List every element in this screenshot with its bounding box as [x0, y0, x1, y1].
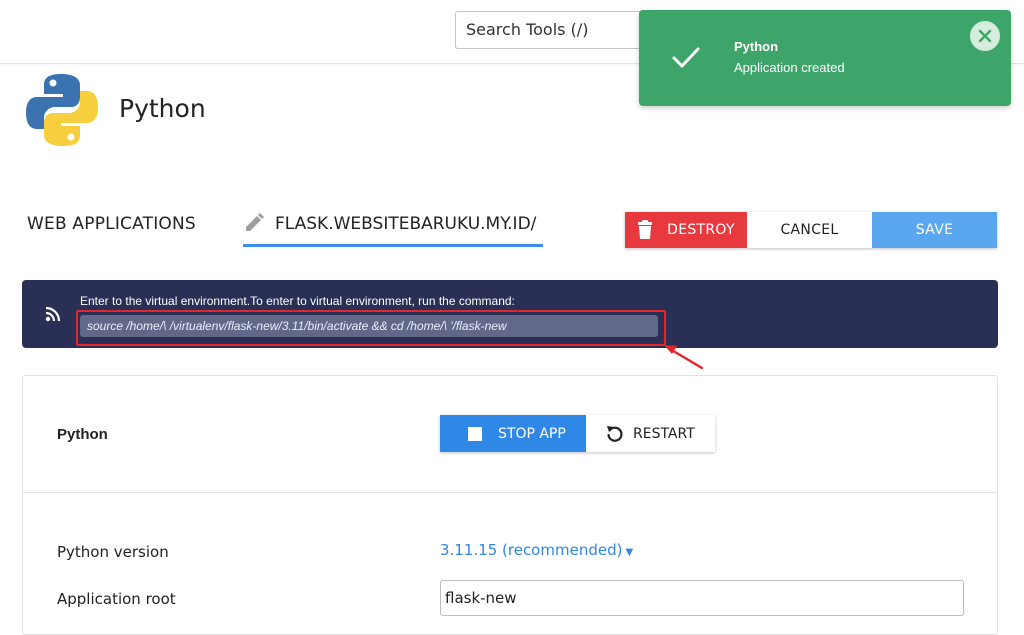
- annotation-arrow-icon: [664, 345, 704, 370]
- app-root-input[interactable]: flask-new: [440, 580, 964, 616]
- pencil-icon: [246, 213, 264, 231]
- toast-close-button[interactable]: [970, 21, 1000, 51]
- action-buttons: DESTROY CANCEL SAVE: [625, 212, 997, 248]
- app-root-label: Application root: [57, 590, 176, 608]
- stop-icon: [468, 426, 482, 441]
- destroy-button-label: DESTROY: [667, 222, 735, 238]
- banner-message: Enter to the virtual environment.To ente…: [80, 294, 515, 308]
- success-toast: Python Application created: [639, 10, 1011, 106]
- check-icon: [672, 47, 700, 68]
- trash-icon: [638, 220, 653, 239]
- restart-button[interactable]: RESTART: [586, 415, 715, 452]
- toast-title: Python: [734, 39, 779, 54]
- python-logo-icon: [26, 74, 98, 146]
- stop-app-label: STOP APP: [498, 425, 566, 442]
- close-icon: [978, 29, 992, 43]
- stop-app-button[interactable]: STOP APP: [440, 415, 586, 452]
- destroy-button[interactable]: DESTROY: [625, 212, 747, 248]
- tab-current-app-label: FLASK.WEBSITEBARUKU.MY.ID/: [275, 214, 537, 234]
- tab-current-app[interactable]: FLASK.WEBSITEBARUKU.MY.ID/: [243, 207, 543, 247]
- python-version-select[interactable]: 3.11.15 (recommended) ▼: [440, 541, 633, 559]
- command-highlight-box: [76, 310, 666, 346]
- app-settings-card: Python STOP APP RESTART Python version 3…: [22, 375, 998, 635]
- save-button[interactable]: SAVE: [872, 212, 997, 248]
- section-title: Python: [57, 426, 108, 443]
- toast-message: Application created: [734, 60, 845, 75]
- cancel-button[interactable]: CANCEL: [747, 212, 872, 248]
- section-divider: [23, 492, 997, 493]
- search-input[interactable]: Search Tools (/): [455, 11, 655, 49]
- restart-icon: [607, 425, 623, 442]
- rss-icon: [45, 306, 61, 322]
- chevron-down-icon: ▼: [625, 547, 634, 558]
- page-title: Python: [119, 94, 206, 123]
- tab-web-applications[interactable]: WEB APPLICATIONS: [27, 214, 196, 234]
- restart-label: RESTART: [633, 425, 695, 442]
- python-version-label: Python version: [57, 543, 169, 561]
- python-version-value: 3.11.15 (recommended): [440, 541, 623, 559]
- app-control-buttons: STOP APP RESTART: [440, 415, 715, 452]
